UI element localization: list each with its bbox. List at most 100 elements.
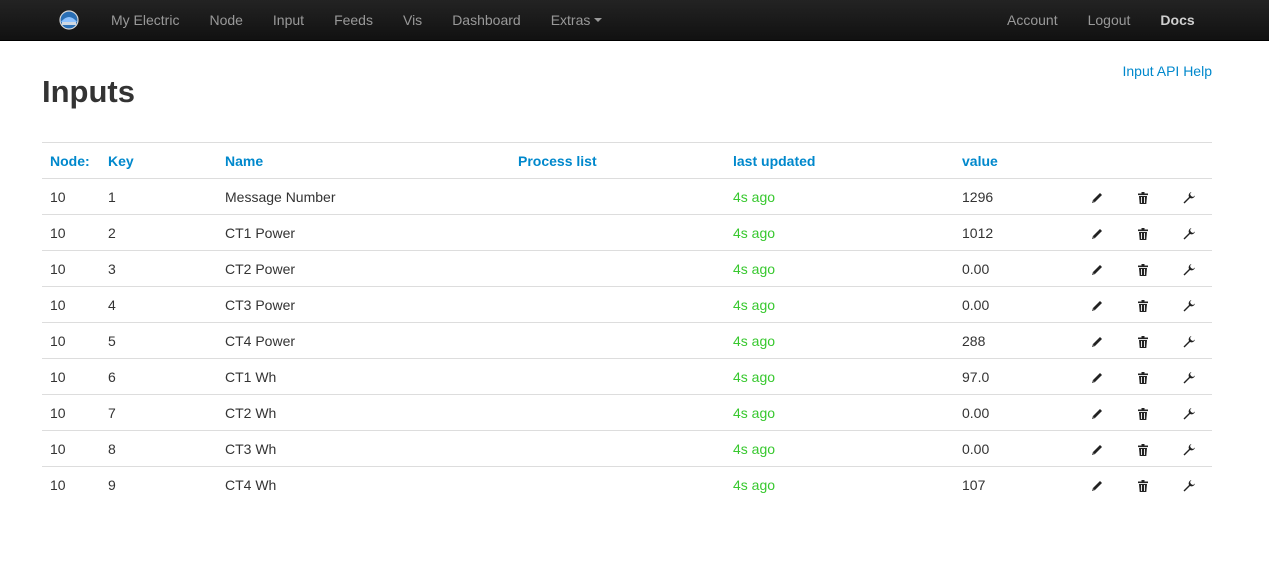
trash-icon[interactable] [1136,479,1150,493]
process-config-button[interactable] [1166,430,1212,467]
cell-last-updated: 4s ago [725,322,954,359]
cell-node: 10 [42,358,100,395]
trash-icon[interactable] [1136,335,1150,349]
trash-icon[interactable] [1136,443,1150,457]
cell-node: 10 [42,394,100,431]
cell-key: 2 [100,214,217,251]
cell-last-updated: 4s ago [725,394,954,431]
edit-button[interactable] [1074,178,1120,215]
cell-key: 1 [100,178,217,215]
delete-button[interactable] [1120,394,1166,431]
process-config-button[interactable] [1166,250,1212,287]
cell-last-updated: 4s ago [725,430,954,467]
header-key[interactable]: Key [100,142,217,179]
cell-last-updated: 4s ago [725,178,954,215]
wrench-icon[interactable] [1182,407,1196,421]
nav-feeds[interactable]: Feeds [319,0,388,40]
cell-key: 3 [100,250,217,287]
nav-dashboard[interactable]: Dashboard [437,0,536,40]
nav-logout[interactable]: Logout [1073,0,1146,40]
table-row: 10 2 CT1 Power 4s ago 1012 [42,214,1212,251]
edit-button[interactable] [1074,358,1120,395]
cell-node: 10 [42,322,100,359]
header-config [1166,142,1212,179]
nav-node[interactable]: Node [194,0,257,40]
nav-vis[interactable]: Vis [388,0,437,40]
process-config-button[interactable] [1166,358,1212,395]
nav-account[interactable]: Account [992,0,1073,40]
cell-value: 97.0 [954,358,1074,395]
process-config-button[interactable] [1166,286,1212,323]
table-row: 10 1 Message Number 4s ago 1296 [42,178,1212,215]
header-process-list[interactable]: Process list [510,142,725,179]
nav-input[interactable]: Input [258,0,319,40]
table-row: 10 8 CT3 Wh 4s ago 0.00 [42,430,1212,467]
wrench-icon[interactable] [1182,191,1196,205]
header-node[interactable]: Node: [42,142,100,179]
delete-button[interactable] [1120,214,1166,251]
emoncms-logo-icon[interactable] [58,9,80,31]
wrench-icon[interactable] [1182,479,1196,493]
delete-button[interactable] [1120,250,1166,287]
wrench-icon[interactable] [1182,299,1196,313]
pencil-icon[interactable] [1090,407,1104,421]
delete-button[interactable] [1120,286,1166,323]
caret-down-icon [594,18,603,23]
process-config-button[interactable] [1166,178,1212,215]
header-delete [1120,142,1166,179]
table-row: 10 3 CT2 Power 4s ago 0.00 [42,250,1212,287]
edit-button[interactable] [1074,394,1120,431]
edit-button[interactable] [1074,214,1120,251]
wrench-icon[interactable] [1182,263,1196,277]
cell-last-updated: 4s ago [725,286,954,323]
cell-node: 10 [42,466,100,503]
nav-my-electric[interactable]: My Electric [96,0,194,40]
wrench-icon[interactable] [1182,371,1196,385]
process-config-button[interactable] [1166,394,1212,431]
trash-icon[interactable] [1136,263,1150,277]
main-nav: My Electric Node Input Feeds Vis Dashboa… [96,0,617,40]
edit-button[interactable] [1074,286,1120,323]
pencil-icon[interactable] [1090,227,1104,241]
edit-button[interactable] [1074,430,1120,467]
trash-icon[interactable] [1136,407,1150,421]
delete-button[interactable] [1120,430,1166,467]
pencil-icon[interactable] [1090,443,1104,457]
nav-extras-dropdown[interactable]: Extras [536,0,618,40]
delete-button[interactable] [1120,358,1166,395]
nav-docs[interactable]: Docs [1145,0,1209,40]
cell-key: 5 [100,322,217,359]
pencil-icon[interactable] [1090,299,1104,313]
cell-process-list [510,430,725,467]
process-config-button[interactable] [1166,322,1212,359]
pencil-icon[interactable] [1090,191,1104,205]
process-config-button[interactable] [1166,466,1212,503]
pencil-icon[interactable] [1090,263,1104,277]
cell-process-list [510,286,725,323]
trash-icon[interactable] [1136,371,1150,385]
edit-button[interactable] [1074,322,1120,359]
pencil-icon[interactable] [1090,479,1104,493]
wrench-icon[interactable] [1182,443,1196,457]
header-name[interactable]: Name [217,142,510,179]
delete-button[interactable] [1120,178,1166,215]
edit-button[interactable] [1074,466,1120,503]
trash-icon[interactable] [1136,227,1150,241]
edit-button[interactable] [1074,250,1120,287]
pencil-icon[interactable] [1090,335,1104,349]
wrench-icon[interactable] [1182,227,1196,241]
header-last-updated[interactable]: last updated [725,142,954,179]
nav-extras-label: Extras [550,12,591,28]
trash-icon[interactable] [1136,299,1150,313]
wrench-icon[interactable] [1182,335,1196,349]
page-title: Inputs [42,74,135,109]
cell-key: 9 [100,466,217,503]
trash-icon[interactable] [1136,191,1150,205]
delete-button[interactable] [1120,466,1166,503]
input-api-help-link[interactable]: Input API Help [1122,63,1212,79]
header-value[interactable]: value [954,142,1074,179]
process-config-button[interactable] [1166,214,1212,251]
delete-button[interactable] [1120,322,1166,359]
cell-process-list [510,178,725,215]
pencil-icon[interactable] [1090,371,1104,385]
